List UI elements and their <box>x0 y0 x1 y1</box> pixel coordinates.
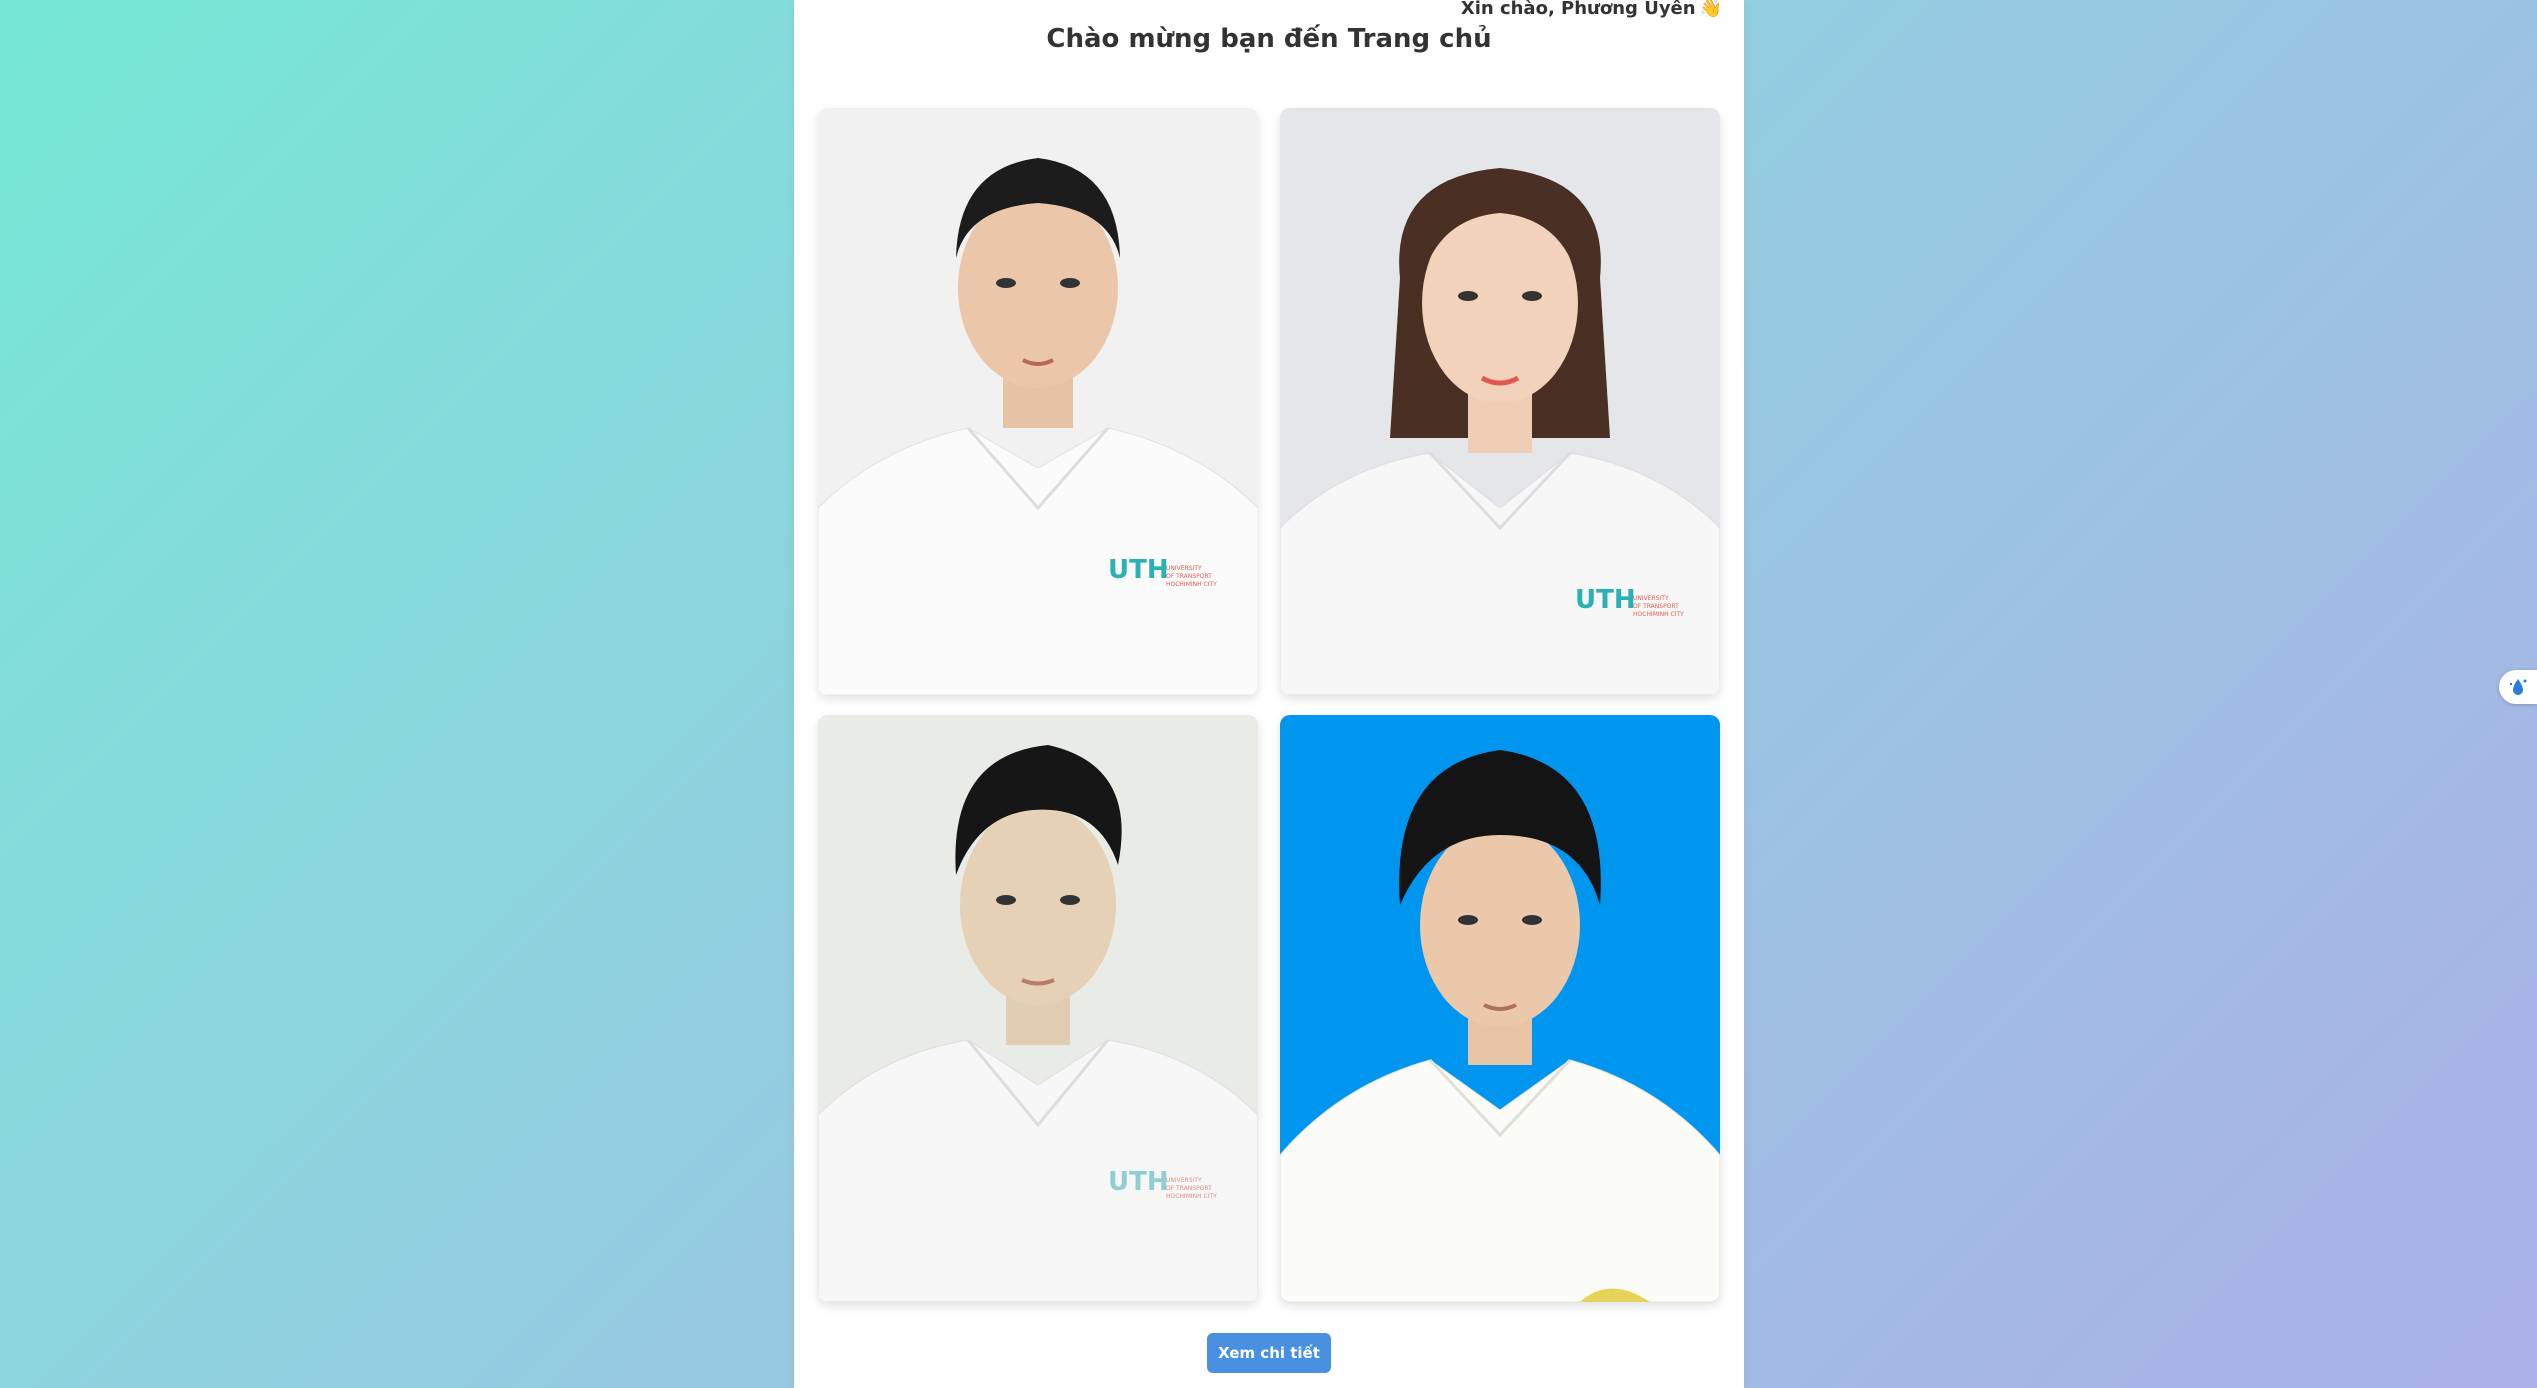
main-panel: Xin chào, Phương Uyên 👋 Chào mừng bạn đến… <box>794 0 1744 1388</box>
photo-card-3[interactable]: UTH UNIVERSITY OF TRANSPORT HOCHIMINH CI… <box>818 715 1258 1302</box>
portrait-4-image <box>1280 715 1720 1302</box>
svg-text:UTH: UTH <box>1108 1167 1169 1197</box>
greeting-text: Xin chào, Phương Uyên <box>1460 0 1696 19</box>
svg-text:UNIVERSITY: UNIVERSITY <box>1166 565 1202 572</box>
waving-hand-icon: 👋 <box>1699 0 1722 19</box>
user-greeting: Xin chào, Phương Uyên 👋 <box>1461 0 1722 19</box>
svg-text:OF TRANSPORT: OF TRANSPORT <box>1633 603 1679 610</box>
page-title: Chào mừng bạn đến Trang chủ <box>1046 24 1492 54</box>
portrait-3-image: UTH UNIVERSITY OF TRANSPORT HOCHIMINH CI… <box>818 715 1258 1302</box>
photo-card-1[interactable]: UTH UNIVERSITY OF TRANSPORT HOCHIMINH CI… <box>818 108 1258 695</box>
side-floating-widget[interactable] <box>2499 670 2537 704</box>
svg-text:UTH: UTH <box>1108 555 1169 585</box>
portrait-1-image: UTH UNIVERSITY OF TRANSPORT HOCHIMINH CI… <box>818 108 1258 695</box>
photo-card-2[interactable]: UTH UNIVERSITY OF TRANSPORT HOCHIMINH CI… <box>1280 108 1720 695</box>
portrait-2-image: UTH UNIVERSITY OF TRANSPORT HOCHIMINH CI… <box>1280 108 1720 695</box>
svg-text:UNIVERSITY: UNIVERSITY <box>1633 595 1669 602</box>
photo-grid: UTH UNIVERSITY OF TRANSPORT HOCHIMINH CI… <box>818 108 1720 1302</box>
water-drop-icon <box>2509 679 2527 695</box>
svg-text:HOCHIMINH CITY: HOCHIMINH CITY <box>1633 611 1684 618</box>
view-details-button[interactable]: Xem chi tiết <box>1207 1333 1331 1373</box>
svg-text:OF TRANSPORT: OF TRANSPORT <box>1166 1185 1212 1192</box>
photo-card-4[interactable] <box>1280 715 1720 1302</box>
svg-text:UNIVERSITY: UNIVERSITY <box>1166 1177 1202 1184</box>
svg-text:UTH: UTH <box>1575 585 1636 615</box>
svg-text:OF TRANSPORT: OF TRANSPORT <box>1166 573 1212 580</box>
svg-text:HOCHIMINH CITY: HOCHIMINH CITY <box>1166 1193 1217 1200</box>
svg-text:HOCHIMINH CITY: HOCHIMINH CITY <box>1166 581 1217 588</box>
